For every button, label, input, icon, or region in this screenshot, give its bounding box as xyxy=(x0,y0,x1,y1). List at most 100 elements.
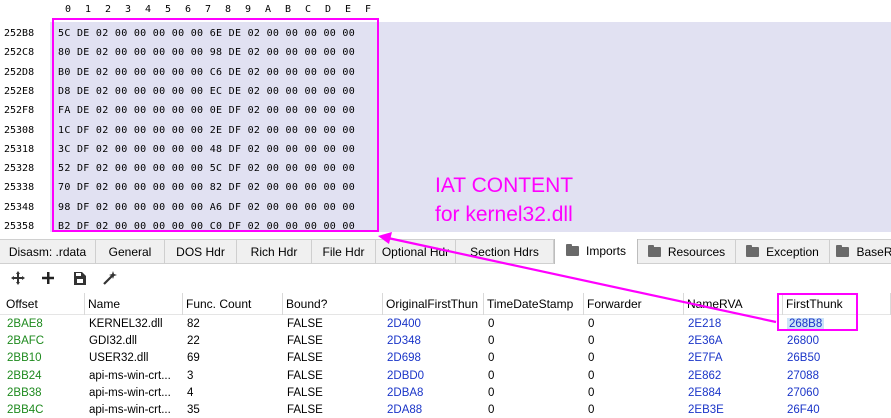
hex-address: 25338 xyxy=(4,182,35,194)
add-icon[interactable] xyxy=(38,268,58,288)
cell-value: 22 xyxy=(187,335,200,348)
tab-dos-hdr[interactable]: DOS Hdr xyxy=(165,240,237,264)
cell-value: 2E884 xyxy=(688,386,722,399)
table-cell: api-ms-win-crt... xyxy=(85,368,183,385)
table-cell: 27088 xyxy=(783,368,891,385)
tab-label: Resources xyxy=(667,245,726,259)
hex-column-header-label: C xyxy=(304,4,312,15)
cell-value: 2E7FA xyxy=(688,352,723,365)
column-header-namerva[interactable]: NameRVA xyxy=(684,293,783,315)
cell-value: 0 xyxy=(588,335,595,348)
tab-section-hdrs[interactable]: Section Hdrs xyxy=(456,240,554,264)
table-row[interactable]: 2BB38 api-ms-win-crt... 4 FALSE 2DBA8 0 0 2E884… xyxy=(0,385,891,402)
cell-value: 2BB10 xyxy=(7,352,42,365)
cell-value: 2BAE8 xyxy=(7,318,43,330)
table-cell: USER32.dll xyxy=(85,350,183,367)
column-header-offset[interactable]: Offset xyxy=(3,293,85,315)
column-header-originalfirstthun[interactable]: OriginalFirstThun xyxy=(383,293,484,315)
table-cell: 0 xyxy=(484,333,584,350)
hex-address: 25318 xyxy=(4,143,35,155)
hex-column-header-label: 0 xyxy=(64,4,72,15)
tab-file-hdr[interactable]: File Hdr xyxy=(312,240,376,264)
table-cell: 26800 xyxy=(783,333,891,350)
hex-address: 25308 xyxy=(4,124,35,136)
table-header: Offset Name Func. Count Bound? OriginalFirst… xyxy=(0,293,891,315)
tab-label: General xyxy=(108,245,152,259)
table-cell: 35 xyxy=(183,402,283,418)
tab-rich-hdr[interactable]: Rich Hdr xyxy=(237,240,312,264)
column-header-func-count[interactable]: Func. Count xyxy=(183,293,283,315)
table-row[interactable]: 2BAFC GDI32.dll 22 FALSE 2D348 0 0 2E36A 26800 xyxy=(0,333,891,350)
tab-optional-hdr[interactable]: Optional Hdr xyxy=(376,240,456,264)
cell-value: 2D400 xyxy=(387,318,421,330)
table-cell: FALSE xyxy=(283,385,383,402)
tab-disasm-rdata[interactable]: Disasm: .rdata xyxy=(0,240,96,264)
cell-value: api-ms-win-crt... xyxy=(89,369,171,382)
table-cell: 22 xyxy=(183,333,283,350)
annotation-line-1: IAT CONTENT xyxy=(435,174,574,197)
hex-column-header-label: B xyxy=(284,4,292,15)
table-cell: 82 xyxy=(183,316,283,333)
cell-value: FALSE xyxy=(287,335,323,348)
tab-baser[interactable]: BaseR xyxy=(830,240,891,264)
table-cell: 2DA88 xyxy=(383,402,484,418)
table-cell: KERNEL32.dll xyxy=(85,316,183,333)
cell-value: 2EB3E xyxy=(688,404,724,416)
cell-value: api-ms-win-crt... xyxy=(89,404,171,416)
cell-value: 2E862 xyxy=(688,369,722,382)
hex-address: 25328 xyxy=(4,163,35,175)
hex-column-header-label: 4 xyxy=(144,4,152,15)
table-cell: 2DBD0 xyxy=(383,368,484,385)
cell-value: 0 xyxy=(588,369,595,382)
move-icon[interactable] xyxy=(8,268,28,288)
magic-wand-icon[interactable] xyxy=(100,268,120,288)
tab-label: Disasm: .rdata xyxy=(8,245,87,259)
cell-value: 27088 xyxy=(787,369,819,382)
table-cell: FALSE xyxy=(283,402,383,418)
tab-label: BaseR xyxy=(856,245,891,259)
cell-value: 0 xyxy=(488,369,495,382)
table-cell: api-ms-win-crt... xyxy=(85,385,183,402)
tab-label: DOS Hdr xyxy=(176,245,225,259)
folder-icon xyxy=(647,245,661,257)
cell-value: FALSE xyxy=(287,369,323,382)
hex-column-header-label: E xyxy=(344,4,352,15)
table-cell: 0 xyxy=(584,350,684,367)
table-cell: FALSE xyxy=(283,368,383,385)
imports-table[interactable]: Offset Name Func. Count Bound? OriginalFirst… xyxy=(0,293,891,418)
hex-view[interactable]: 0123456789ABCDEF 252B8 5C DE 02 00 00 00 … xyxy=(0,0,891,232)
cell-value: api-ms-win-crt... xyxy=(89,386,171,399)
hex-address: 25348 xyxy=(4,201,35,213)
table-row[interactable]: 2BB4C api-ms-win-crt... 35 FALSE 2DA88 0 0 2EB3… xyxy=(0,402,891,418)
table-cell: 0 xyxy=(484,368,584,385)
column-header-name[interactable]: Name xyxy=(85,293,183,315)
cell-value: 2BB38 xyxy=(7,386,42,399)
save-icon[interactable] xyxy=(70,268,90,288)
cell-value: 0 xyxy=(488,352,495,365)
table-cell: 0 xyxy=(584,368,684,385)
hex-column-header-label: 8 xyxy=(224,4,232,15)
cell-value: 69 xyxy=(187,352,200,365)
folder-icon xyxy=(565,244,579,256)
column-header-timedatestamp[interactable]: TimeDateStamp xyxy=(484,293,584,315)
table-row[interactable]: 2BAE8 KERNEL32.dll 82 FALSE 2D400 0 0 2E218 268B… xyxy=(0,316,891,333)
tab-resources[interactable]: Resources xyxy=(638,240,736,264)
tab-general[interactable]: General xyxy=(96,240,165,264)
column-header-bound[interactable]: Bound? xyxy=(283,293,383,315)
tab-imports[interactable]: Imports xyxy=(554,239,638,264)
table-row[interactable]: 2BB24 api-ms-win-crt... 3 FALSE 2DBD0 0 0 2E862… xyxy=(0,368,891,385)
column-header-forwarder[interactable]: Forwarder xyxy=(584,293,684,315)
table-cell: 69 xyxy=(183,350,283,367)
cell-value: 0 xyxy=(488,386,495,399)
table-cell: 2BB4C xyxy=(3,402,85,418)
tab-exception[interactable]: Exception xyxy=(736,240,830,264)
table-cell: 0 xyxy=(484,350,584,367)
folder-icon xyxy=(746,245,760,257)
table-cell: 3 xyxy=(183,368,283,385)
imports-toolbar xyxy=(0,264,891,292)
table-row[interactable]: 2BB10 USER32.dll 69 FALSE 2D698 0 0 2E7FA 26B50 xyxy=(0,350,891,367)
cell-value: 2DBD0 xyxy=(387,369,425,382)
table-cell: 0 xyxy=(584,333,684,350)
cell-value: 2D348 xyxy=(387,335,421,348)
hex-column-header-label: D xyxy=(324,4,332,15)
